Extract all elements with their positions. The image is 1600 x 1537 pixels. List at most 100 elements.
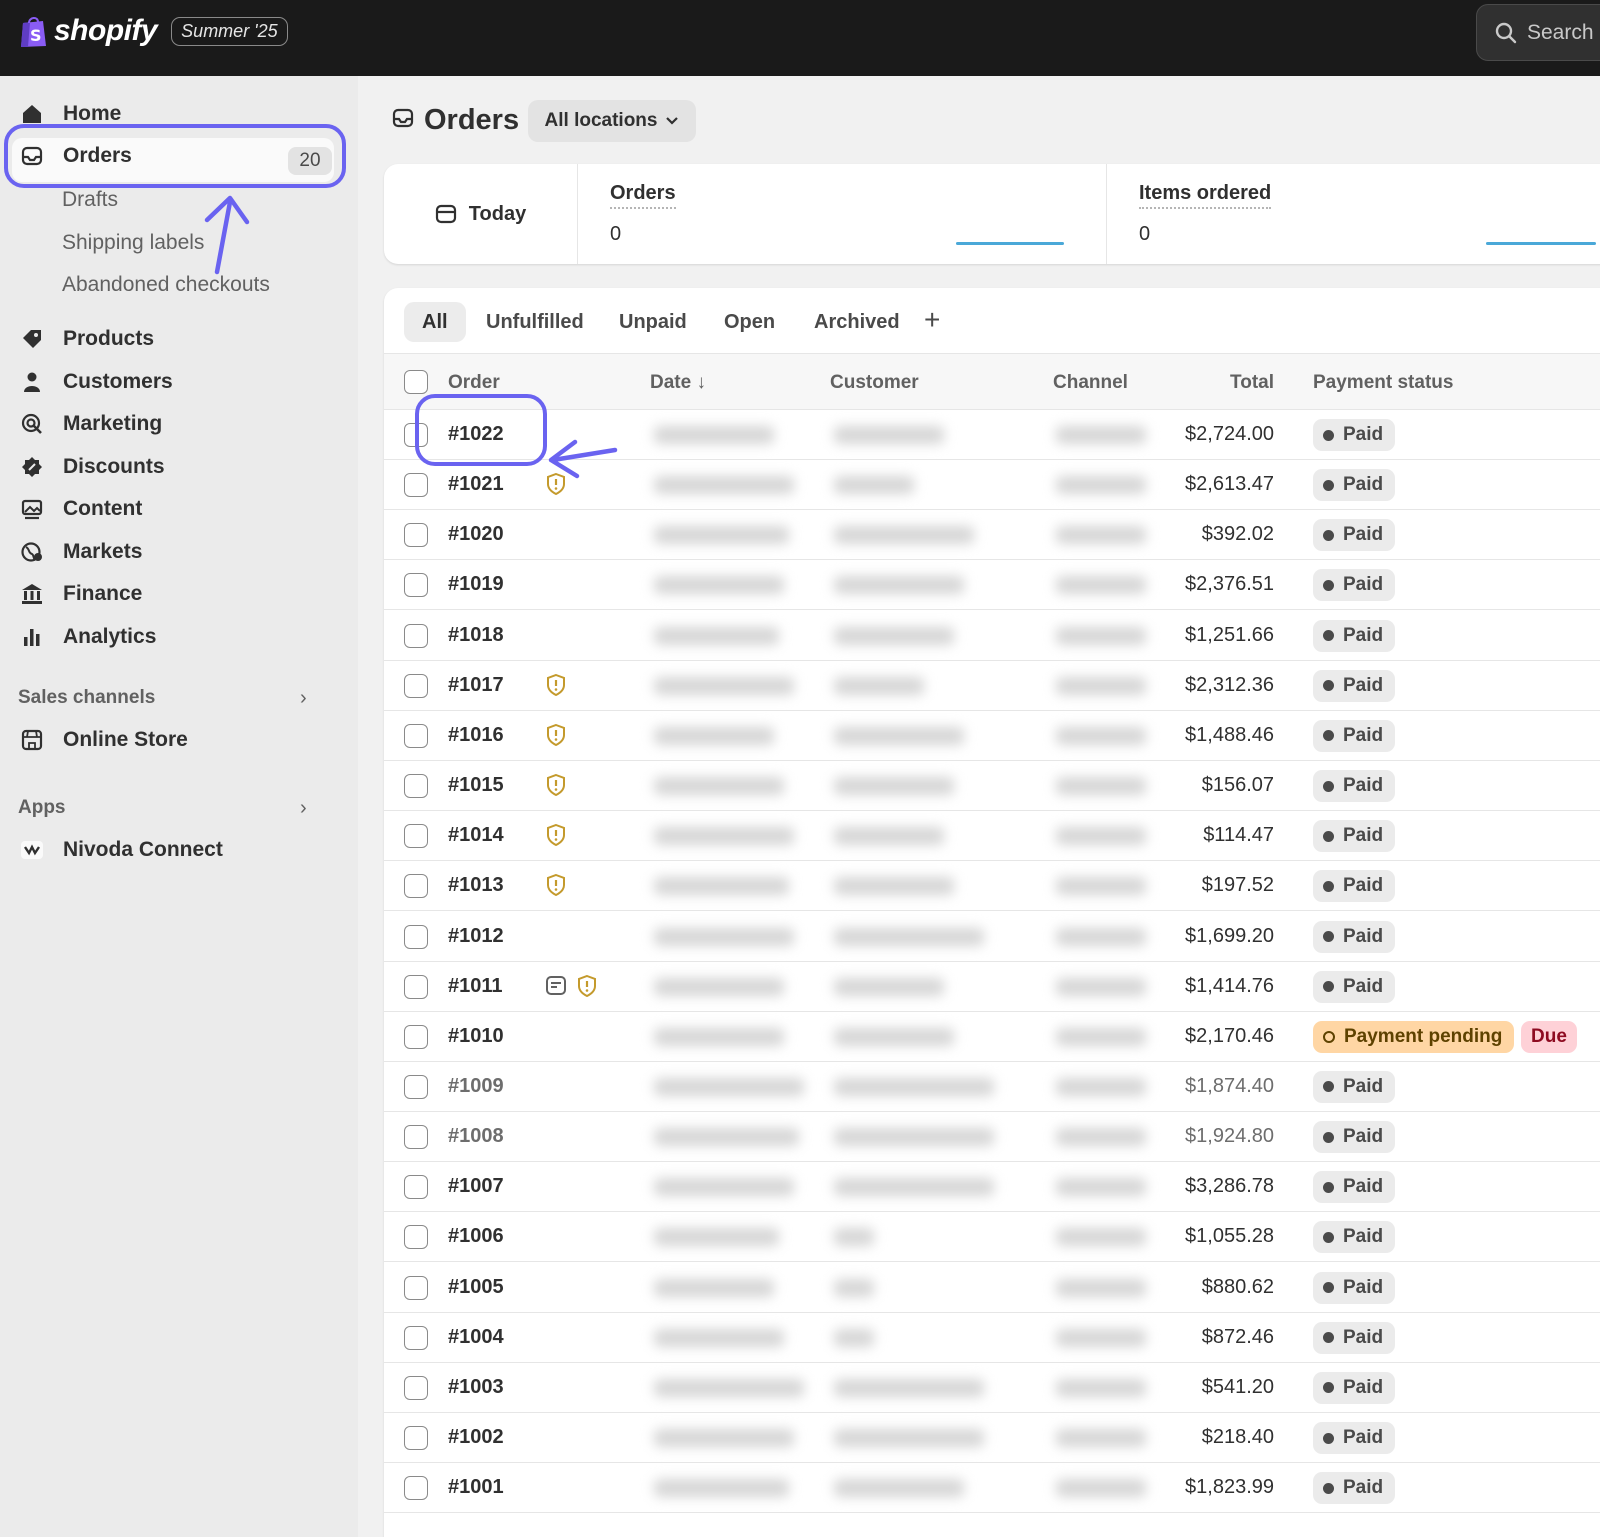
order-number[interactable]: #1013 xyxy=(448,874,504,897)
row-checkbox[interactable] xyxy=(404,523,428,548)
order-number[interactable]: #1014 xyxy=(448,824,504,847)
tab-archived[interactable]: Archived xyxy=(796,302,918,342)
row-checkbox[interactable] xyxy=(404,774,428,799)
sales-channels-heading[interactable]: Sales channels xyxy=(18,687,155,709)
row-checkbox[interactable] xyxy=(404,1375,428,1400)
row-checkbox[interactable] xyxy=(404,1074,428,1099)
sidebar-item-online-store[interactable]: Online Store xyxy=(18,720,188,760)
order-note-icon[interactable] xyxy=(546,975,566,997)
tab-unpaid[interactable]: Unpaid xyxy=(601,302,705,342)
sidebar-item-nivoda-connect[interactable]: Nivoda Connect xyxy=(18,830,223,870)
sidebar-item-customers[interactable]: Customers xyxy=(18,362,173,402)
row-checkbox[interactable] xyxy=(404,1125,428,1150)
order-number[interactable]: #1006 xyxy=(448,1225,504,1248)
row-checkbox[interactable] xyxy=(404,1275,428,1300)
chevron-right-icon[interactable]: › xyxy=(300,687,307,710)
row-checkbox[interactable] xyxy=(404,623,428,648)
date-range-button[interactable]: Today xyxy=(384,164,578,264)
column-header-date[interactable]: Date ↓ xyxy=(650,372,706,394)
table-row[interactable]: #1016 $1,488.46 Paid xyxy=(384,711,1600,761)
stat-items-ordered[interactable]: Items ordered 0 xyxy=(1139,182,1272,246)
select-all-checkbox[interactable] xyxy=(404,370,428,394)
table-row[interactable]: #1011 $1,414.76 Paid xyxy=(384,962,1600,1012)
order-number[interactable]: #1002 xyxy=(448,1426,504,1449)
location-filter-button[interactable]: All locations xyxy=(528,100,696,142)
row-checkbox[interactable] xyxy=(404,1476,428,1501)
fraud-risk-icon[interactable] xyxy=(546,673,566,696)
apps-heading[interactable]: Apps xyxy=(18,797,66,819)
fraud-risk-icon[interactable] xyxy=(546,774,566,797)
row-checkbox[interactable] xyxy=(404,974,428,999)
table-row[interactable]: #1001 $1,823.99 Paid xyxy=(384,1463,1600,1514)
row-checkbox[interactable] xyxy=(404,1225,428,1250)
fraud-risk-icon[interactable] xyxy=(546,874,566,897)
order-number[interactable]: #1012 xyxy=(448,925,504,948)
column-header-order[interactable]: Order xyxy=(448,372,500,394)
order-number[interactable]: #1021 xyxy=(448,473,504,496)
order-number[interactable]: #1020 xyxy=(448,523,504,546)
table-row[interactable]: #1015 $156.07 Paid xyxy=(384,761,1600,812)
table-row[interactable]: #1004 $872.46 Paid xyxy=(384,1313,1600,1363)
add-view-plus-icon[interactable]: + xyxy=(924,304,940,336)
row-checkbox[interactable] xyxy=(404,723,428,748)
table-row[interactable]: #1006 $1,055.28 Paid xyxy=(384,1212,1600,1263)
sidebar-item-discounts[interactable]: Discounts xyxy=(18,447,165,487)
order-number[interactable]: #1005 xyxy=(448,1276,504,1299)
order-number[interactable]: #1016 xyxy=(448,724,504,747)
table-row[interactable]: #1013 $197.52 Paid xyxy=(384,861,1600,912)
row-checkbox[interactable] xyxy=(404,924,428,949)
order-number[interactable]: #1019 xyxy=(448,573,504,596)
table-row[interactable]: #1018 $1,251.66 Paid xyxy=(384,611,1600,661)
table-row[interactable]: #1014 $114.47 Paid xyxy=(384,811,1600,862)
table-row[interactable]: #1010 $2,170.46 Payment pending Due xyxy=(384,1012,1600,1062)
chevron-right-icon[interactable]: › xyxy=(300,797,307,820)
fraud-risk-icon[interactable] xyxy=(546,723,566,746)
tab-unfulfilled[interactable]: Unfulfilled xyxy=(468,302,602,342)
order-number[interactable]: #1008 xyxy=(448,1125,504,1148)
sidebar-item-marketing[interactable]: Marketing xyxy=(18,404,162,444)
shopify-logo[interactable]: S shopify Summer '25 xyxy=(18,14,288,48)
column-header-payment-status[interactable]: Payment status xyxy=(1313,372,1453,394)
order-number[interactable]: #1004 xyxy=(448,1326,504,1349)
tab-open[interactable]: Open xyxy=(706,302,793,342)
column-header-channel[interactable]: Channel xyxy=(1053,372,1128,394)
search-bar[interactable]: Search xyxy=(1476,4,1600,61)
table-row[interactable]: #1009 $1,874.40 Paid xyxy=(384,1062,1600,1112)
row-checkbox[interactable] xyxy=(404,874,428,899)
row-checkbox[interactable] xyxy=(404,473,428,498)
row-checkbox[interactable] xyxy=(404,573,428,598)
stat-orders[interactable]: Orders 0 xyxy=(610,182,676,246)
table-row[interactable]: #1012 $1,699.20 Paid xyxy=(384,912,1600,962)
table-row[interactable]: #1020 $392.02 Paid xyxy=(384,510,1600,561)
table-row[interactable]: #1017 $2,312.36 Paid xyxy=(384,661,1600,711)
order-number[interactable]: #1009 xyxy=(448,1075,504,1098)
sidebar-subitem-drafts[interactable]: Drafts xyxy=(62,188,118,212)
row-checkbox[interactable] xyxy=(404,1426,428,1450)
row-checkbox[interactable] xyxy=(404,1325,428,1350)
order-number[interactable]: #1018 xyxy=(448,624,504,647)
order-number[interactable]: #1011 xyxy=(448,975,503,998)
sidebar-item-content[interactable]: Content xyxy=(18,489,142,529)
column-header-total[interactable]: Total xyxy=(1230,372,1274,394)
order-number[interactable]: #1017 xyxy=(448,674,504,697)
table-row[interactable]: #1008 $1,924.80 Paid xyxy=(384,1112,1600,1163)
tab-all[interactable]: All xyxy=(404,302,466,342)
sidebar-item-markets[interactable]: Markets xyxy=(18,532,142,572)
order-number[interactable]: #1001 xyxy=(448,1476,504,1499)
row-checkbox[interactable] xyxy=(404,673,428,698)
sidebar-item-products[interactable]: Products xyxy=(18,319,154,359)
fraud-risk-icon[interactable] xyxy=(577,974,597,997)
order-number[interactable]: #1010 xyxy=(448,1025,504,1048)
fraud-risk-icon[interactable] xyxy=(546,824,566,847)
table-row[interactable]: #1002 $218.40 Paid xyxy=(384,1413,1600,1463)
row-checkbox[interactable] xyxy=(404,1024,428,1049)
table-row[interactable]: #1007 $3,286.78 Paid xyxy=(384,1162,1600,1213)
row-checkbox[interactable] xyxy=(404,824,428,849)
table-row[interactable]: #1005 $880.62 Paid xyxy=(384,1263,1600,1313)
sidebar-subitem-shipping-labels[interactable]: Shipping labels xyxy=(62,231,204,255)
column-header-customer[interactable]: Customer xyxy=(830,372,919,394)
sidebar-item-finance[interactable]: Finance xyxy=(18,574,142,614)
sidebar-item-analytics[interactable]: Analytics xyxy=(18,617,156,657)
order-number[interactable]: #1015 xyxy=(448,774,504,797)
row-checkbox[interactable] xyxy=(404,1175,428,1200)
